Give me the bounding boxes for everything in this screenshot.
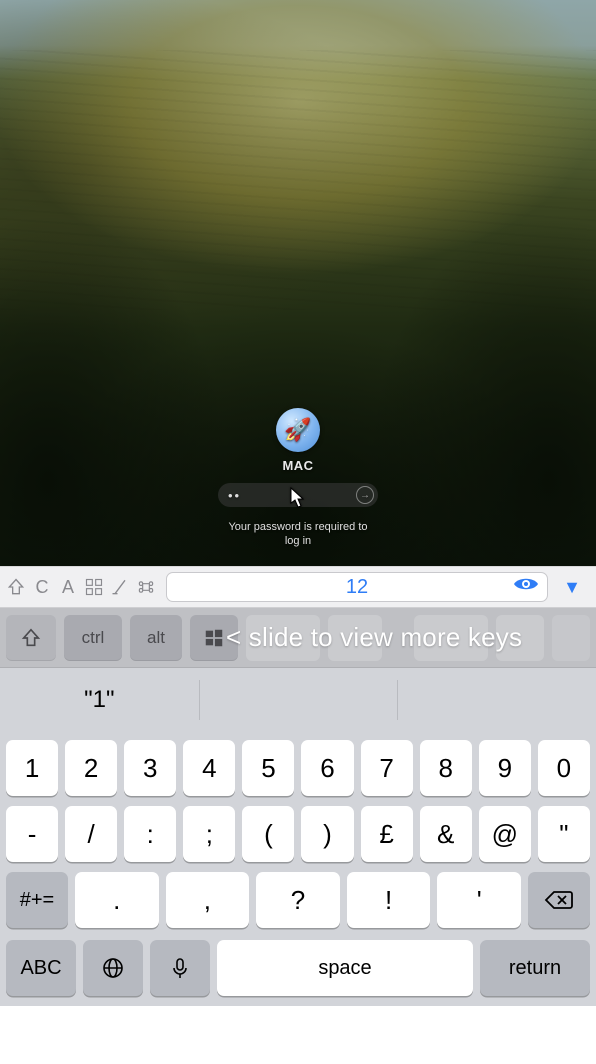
modifier-rail[interactable]: ctrl alt < slide to view more keys [0, 608, 596, 668]
key-4[interactable]: 4 [183, 740, 235, 796]
key-bang[interactable]: ! [347, 872, 431, 928]
key-7[interactable]: 7 [361, 740, 413, 796]
globe-icon [101, 956, 125, 980]
password-mask: •• [228, 488, 241, 503]
mic-icon [168, 956, 192, 980]
mod-ctrl-key[interactable]: ctrl [64, 615, 122, 661]
mod-ghost-key[interactable] [552, 615, 590, 661]
login-hint: Your password is required to log in [228, 521, 367, 549]
key-question[interactable]: ? [256, 872, 340, 928]
backspace-icon [544, 888, 574, 912]
password-field[interactable]: •• → [218, 483, 378, 507]
slash-icon[interactable] [110, 575, 130, 599]
key-return[interactable]: return [480, 940, 590, 996]
key-paren-close[interactable]: ) [301, 806, 353, 862]
key-row-3: #+= . , ? ! ' [0, 872, 596, 928]
letter-c-icon[interactable]: C [32, 575, 52, 599]
key-abc[interactable]: ABC [6, 940, 76, 996]
key-colon[interactable]: : [124, 806, 176, 862]
key-slash[interactable]: / [65, 806, 117, 862]
remote-screen: 🚀 MAC •• → Your password is required to … [0, 0, 596, 566]
key-apos[interactable]: ' [437, 872, 521, 928]
letter-a-icon[interactable]: A [58, 575, 78, 599]
user-avatar[interactable]: 🚀 [276, 408, 320, 452]
key-3[interactable]: 3 [124, 740, 176, 796]
key-mic[interactable] [150, 940, 210, 996]
key-5[interactable]: 5 [242, 740, 294, 796]
shift-icon[interactable] [6, 575, 26, 599]
grid-icon[interactable] [84, 575, 104, 599]
key-paren-open[interactable]: ( [242, 806, 294, 862]
key-6[interactable]: 6 [301, 740, 353, 796]
mod-ghost-key[interactable] [414, 615, 488, 661]
ios-keyboard: "1" 1 2 3 4 5 6 7 8 9 0 - / : ; ( ) £ & … [0, 668, 596, 1006]
key-row-2: - / : ; ( ) £ & @ " [0, 806, 596, 862]
key-1[interactable]: 1 [6, 740, 58, 796]
key-2[interactable]: 2 [65, 740, 117, 796]
rocket-icon: 🚀 [284, 417, 311, 443]
key-semicolon[interactable]: ; [183, 806, 235, 862]
mod-alt-key[interactable]: alt [130, 615, 182, 661]
key-globe[interactable] [83, 940, 143, 996]
command-icon[interactable] [136, 575, 156, 599]
toolbar-value-field[interactable]: 12 [166, 572, 548, 602]
key-8[interactable]: 8 [420, 740, 472, 796]
key-backspace[interactable] [528, 872, 590, 928]
key-period[interactable]: . [75, 872, 159, 928]
suggestion-2[interactable] [199, 668, 398, 732]
submit-arrow-icon[interactable]: → [356, 486, 374, 504]
username-label: MAC [282, 458, 313, 473]
key-0[interactable]: 0 [538, 740, 590, 796]
key-quote[interactable]: " [538, 806, 590, 862]
mod-win-key[interactable] [190, 615, 238, 661]
key-space[interactable]: space [217, 940, 473, 996]
mod-shift-key[interactable] [6, 615, 56, 661]
key-at[interactable]: @ [479, 806, 531, 862]
key-symbols[interactable]: #+= [6, 872, 68, 928]
caret-down-icon[interactable]: ▼ [554, 577, 590, 598]
key-amp[interactable]: & [420, 806, 472, 862]
key-dash[interactable]: - [6, 806, 58, 862]
mod-ghost-key[interactable] [328, 615, 382, 661]
key-row-1: 1 2 3 4 5 6 7 8 9 0 [0, 740, 596, 796]
key-pound[interactable]: £ [361, 806, 413, 862]
key-row-bottom: ABC space return [0, 940, 596, 996]
toolbar-value: 12 [346, 576, 368, 599]
key-9[interactable]: 9 [479, 740, 531, 796]
eye-icon[interactable] [513, 575, 539, 599]
mod-ghost-key[interactable] [246, 615, 320, 661]
suggestion-1[interactable]: "1" [0, 668, 199, 732]
mod-ghost-key[interactable] [496, 615, 544, 661]
app-toolbar: C A 12 ▼ [0, 566, 596, 608]
suggestion-bar: "1" [0, 668, 596, 732]
login-stack: 🚀 MAC •• → Your password is required to … [188, 408, 408, 549]
key-comma[interactable]: , [166, 872, 250, 928]
suggestion-3[interactable] [397, 668, 596, 732]
